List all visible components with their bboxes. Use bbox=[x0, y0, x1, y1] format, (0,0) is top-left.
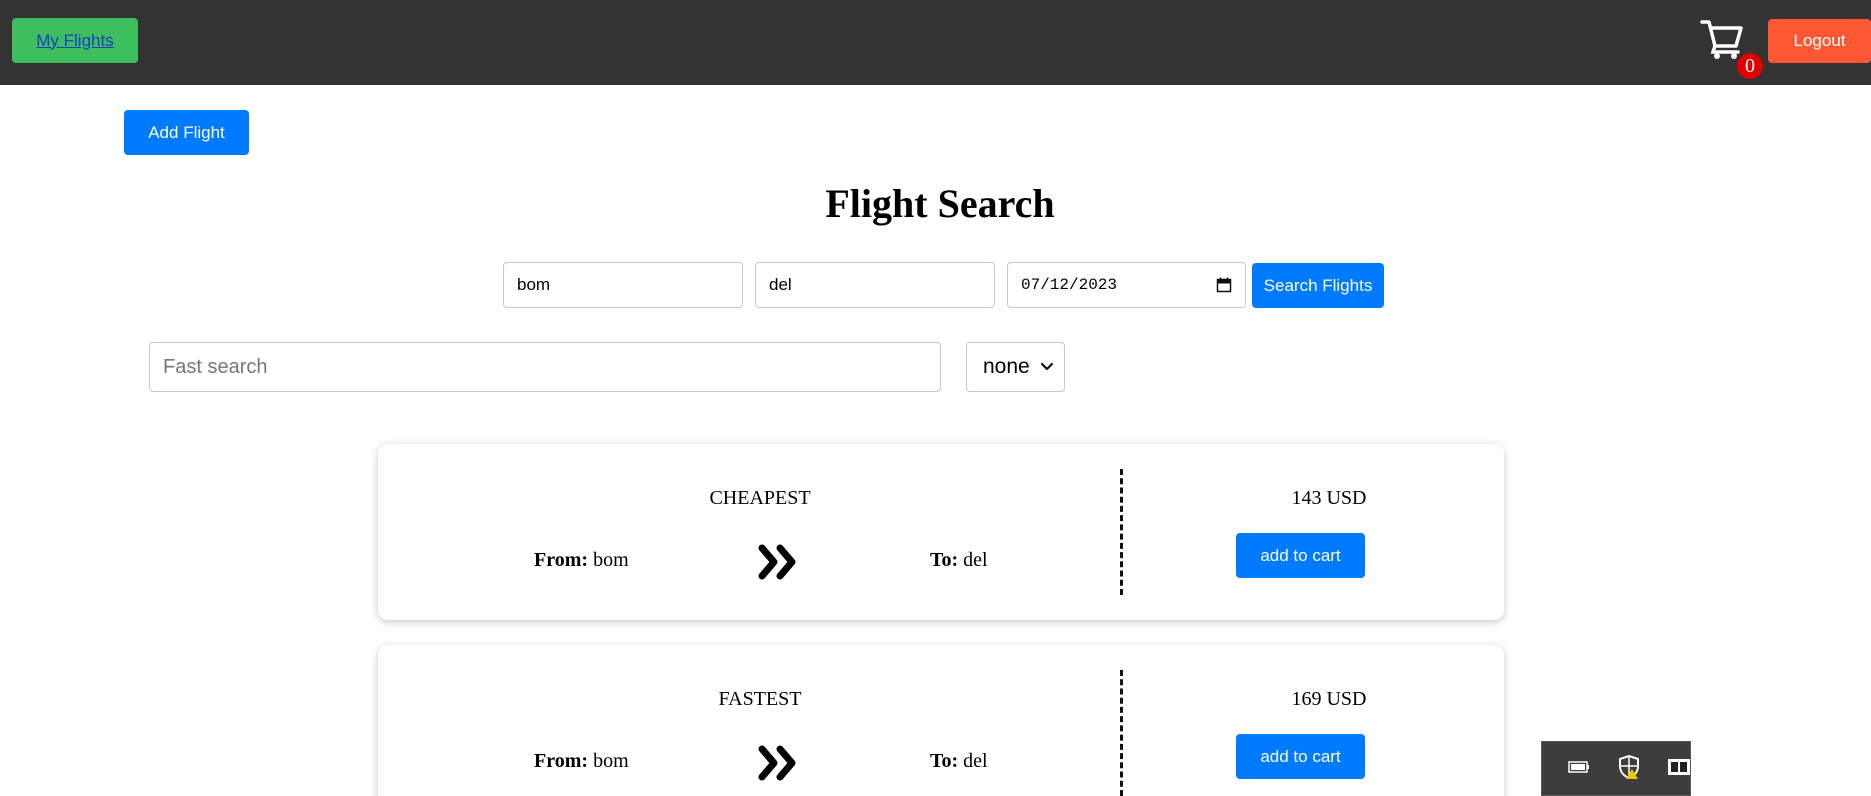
date-input-value: 07/12/2023 bbox=[1021, 276, 1118, 294]
to-input-value: del bbox=[769, 275, 792, 294]
page-title: Flight Search bbox=[825, 181, 1055, 226]
result-category-label: FASTEST bbox=[718, 688, 802, 710]
add-to-cart-button[interactable]: add to cart bbox=[1236, 734, 1365, 779]
my-flights-link[interactable]: My Flights bbox=[36, 31, 113, 51]
sort-select[interactable]: none bbox=[966, 342, 1065, 392]
from-input-value: bom bbox=[517, 275, 551, 294]
result-category-label: CHEAPEST bbox=[709, 487, 811, 509]
to-value: del bbox=[963, 750, 988, 772]
result-price: 169 USD bbox=[1291, 688, 1367, 710]
logout-button[interactable]: Logout bbox=[1768, 19, 1871, 63]
from-value: bom bbox=[593, 750, 629, 772]
search-flights-button[interactable]: Search Flights bbox=[1252, 263, 1384, 308]
system-tray-popup bbox=[1541, 741, 1691, 796]
cart-count-badge: 0 bbox=[1737, 53, 1763, 79]
media-icon[interactable] bbox=[1666, 754, 1692, 780]
from-value: bom bbox=[593, 549, 629, 571]
my-flights-button[interactable]: My Flights bbox=[12, 18, 138, 63]
shopping-cart-icon bbox=[1700, 20, 1743, 59]
top-navigation-bar: My Flights 0 Logout bbox=[0, 0, 1871, 85]
result-to: To: del bbox=[930, 549, 988, 572]
from-label: From: bbox=[534, 549, 589, 571]
security-shield-icon[interactable] bbox=[1616, 754, 1642, 780]
cart-button[interactable]: 0 bbox=[1700, 16, 1764, 79]
sort-select-value: none bbox=[983, 355, 1030, 378]
double-chevron-right-icon bbox=[758, 544, 796, 580]
fast-search-input[interactable]: Fast search bbox=[149, 342, 941, 392]
add-to-cart-button[interactable]: add to cart bbox=[1236, 533, 1365, 578]
card-divider bbox=[1120, 670, 1123, 796]
date-input[interactable]: 07/12/2023 bbox=[1007, 262, 1246, 308]
card-divider bbox=[1120, 469, 1123, 595]
result-to: To: del bbox=[930, 750, 988, 773]
to-input[interactable]: del bbox=[755, 262, 995, 308]
to-value: del bbox=[963, 549, 988, 571]
result-from: From: bom bbox=[534, 750, 629, 773]
calendar-icon[interactable] bbox=[1216, 277, 1232, 293]
to-label: To: bbox=[930, 549, 959, 571]
result-price: 143 USD bbox=[1291, 487, 1367, 509]
to-label: To: bbox=[930, 750, 959, 772]
from-input[interactable]: bom bbox=[503, 262, 743, 308]
flight-result-card: FASTEST From: bom To: del 169 USD add to… bbox=[378, 645, 1504, 796]
from-label: From: bbox=[534, 750, 589, 772]
battery-icon[interactable] bbox=[1566, 754, 1592, 780]
fast-search-placeholder: Fast search bbox=[163, 355, 268, 378]
double-chevron-right-icon bbox=[758, 745, 796, 781]
chevron-down-icon bbox=[1040, 362, 1054, 371]
flight-result-card: CHEAPEST From: bom To: del 143 USD add t… bbox=[378, 444, 1504, 620]
result-from: From: bom bbox=[534, 549, 629, 572]
add-flight-button[interactable]: Add Flight bbox=[124, 110, 249, 155]
